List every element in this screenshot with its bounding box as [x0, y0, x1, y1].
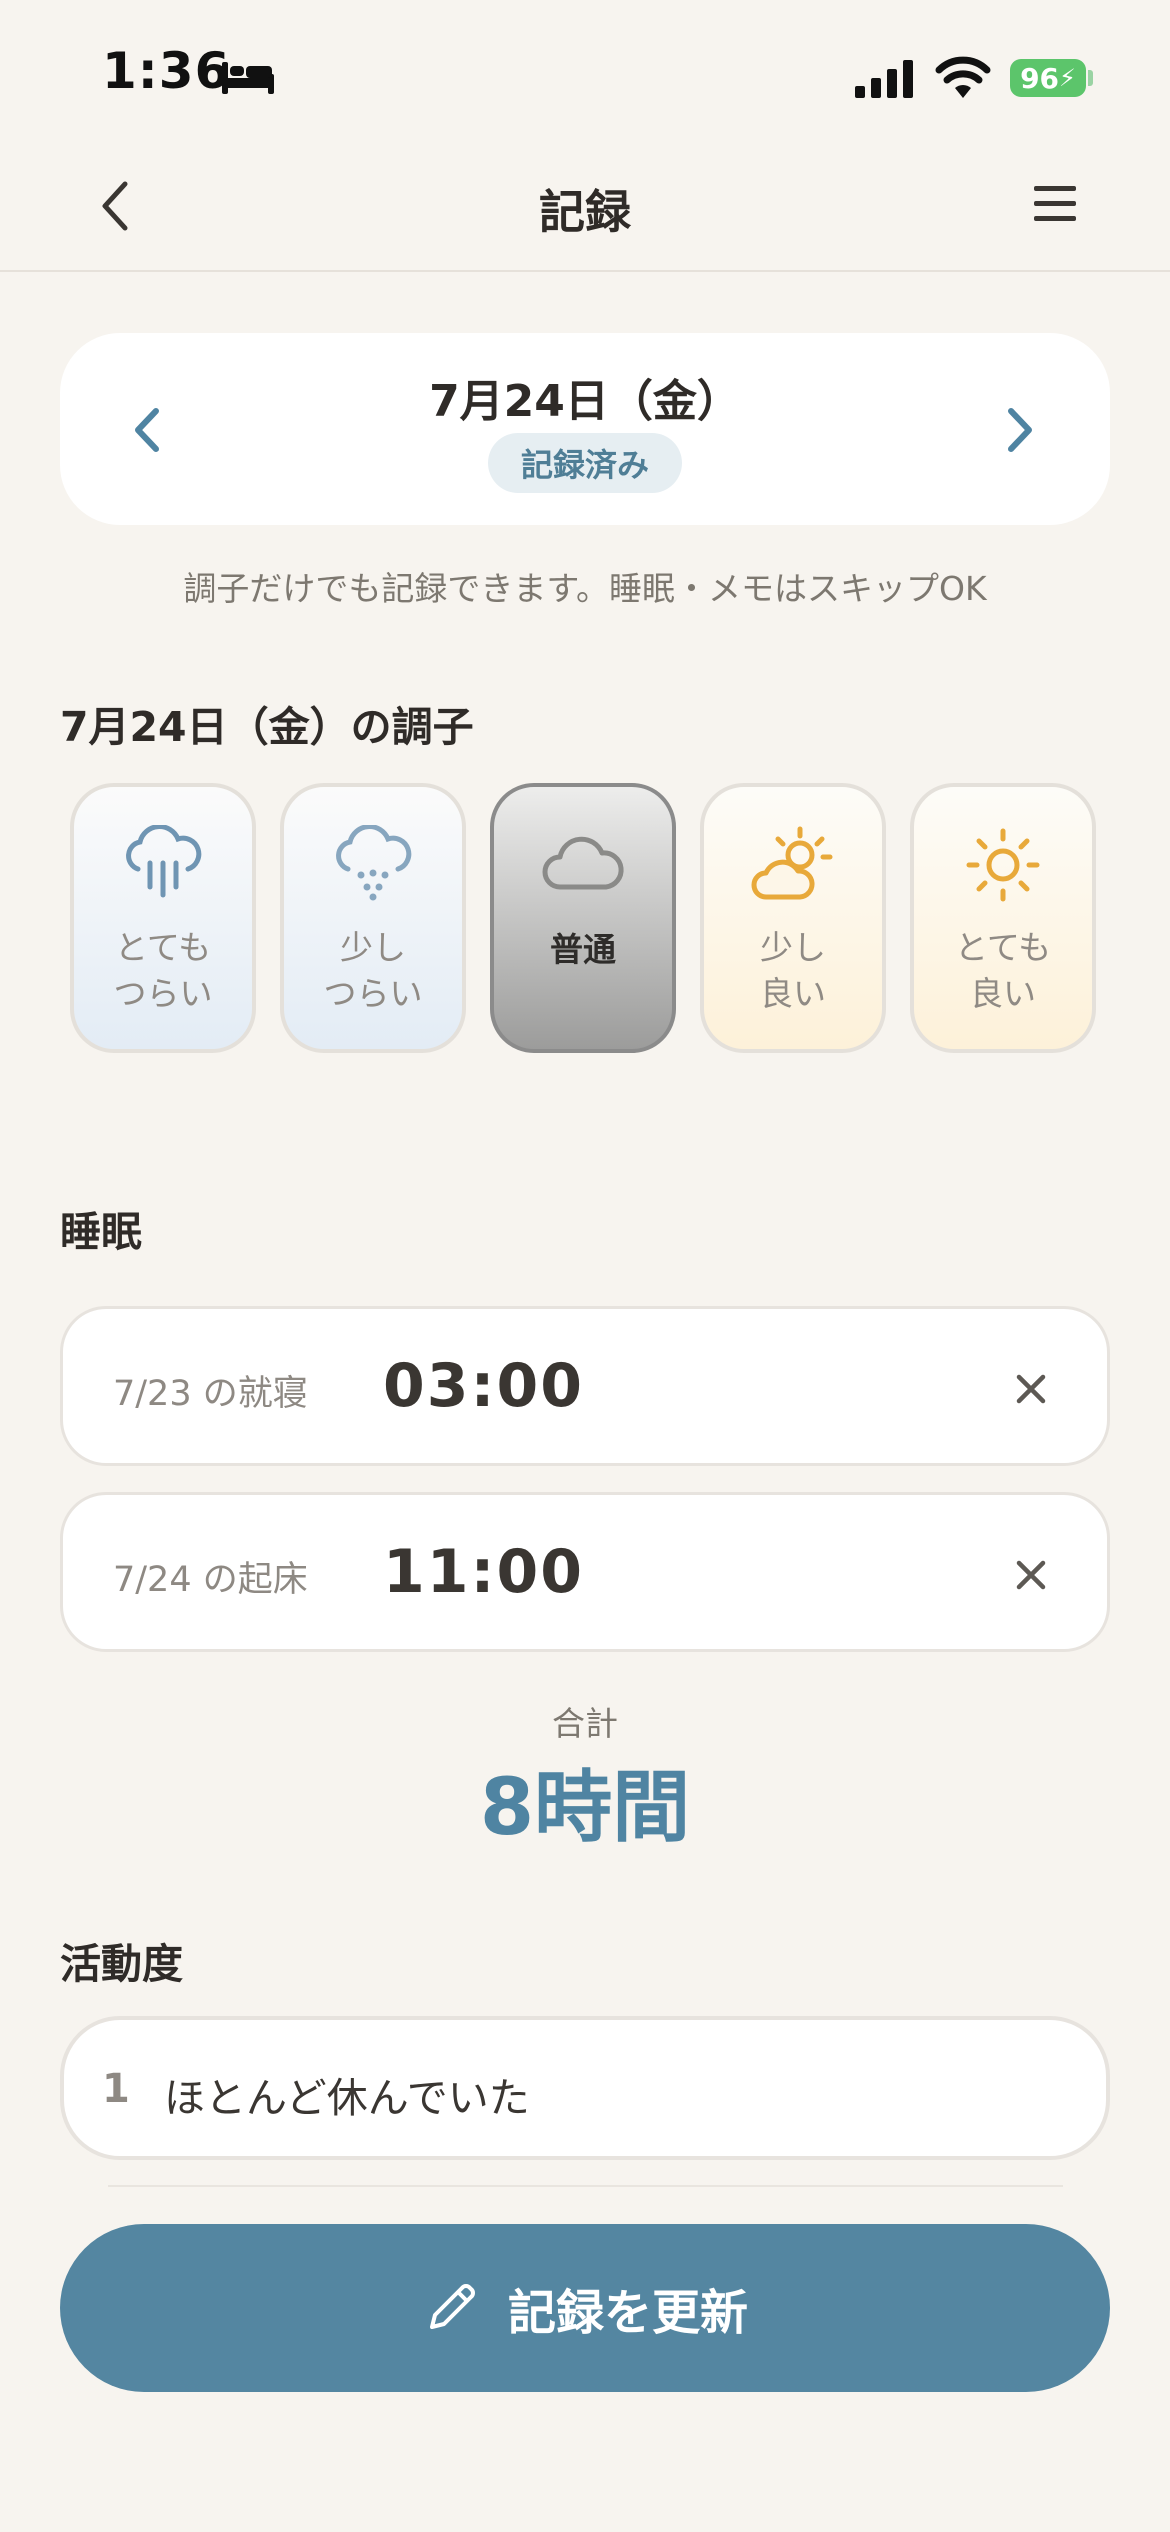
status-time: 1:36: [102, 42, 231, 100]
mood-label: とても つらい: [113, 928, 213, 1013]
mood-label: とても 良い: [954, 928, 1052, 1013]
battery-level: 96 ⚡: [1010, 59, 1086, 97]
clear-bedtime-close-icon[interactable]: [1013, 1371, 1049, 1407]
light-rain-icon: [336, 825, 412, 901]
wake-time-row[interactable]: 7/24 の起床 11:00: [60, 1492, 1110, 1652]
wifi-icon: [935, 56, 991, 98]
mood-option-bad[interactable]: 少し つらい: [280, 783, 466, 1053]
nav-divider: [0, 270, 1170, 272]
wake-time-label: 7/24 の起床: [113, 1560, 308, 1600]
selected-date: 7月24日（金）: [429, 376, 741, 427]
update-record-label: 記録を更新: [507, 2285, 748, 2341]
bedtime-label: 7/23 の就寝: [113, 1374, 308, 1414]
pencil-icon: [429, 2284, 475, 2329]
activity-section-title: 活動度: [60, 1940, 183, 1988]
activity-level-selector[interactable]: 1 ほとんど休んでいた: [60, 2016, 1110, 2160]
mood-label: 普通: [550, 930, 616, 969]
recorded-status-badge: 記録済み: [488, 433, 682, 493]
mood-label: 少し 良い: [760, 928, 826, 1013]
activity-level-text: ほとんど休んでいた: [164, 2074, 530, 2122]
hint-text: 調子だけでも記録できます。睡眠・メモはスキップOK: [183, 569, 987, 608]
mood-label: 少し つらい: [323, 928, 423, 1013]
bedtime-value[interactable]: 03:00: [383, 1351, 584, 1421]
update-record-button[interactable]: 記録を更新: [60, 2224, 1110, 2392]
bedtime-row[interactable]: 7/23 の就寝 03:00: [60, 1306, 1110, 1466]
sleep-mode-icon: [222, 62, 274, 94]
heavy-rain-icon: [126, 825, 202, 898]
mood-option-normal[interactable]: 普通: [490, 783, 676, 1053]
clear-wake-time-close-icon[interactable]: [1013, 1557, 1049, 1593]
sleep-total-label: 合計: [552, 1704, 618, 1743]
mood-option-very-bad[interactable]: とても つらい: [70, 783, 256, 1053]
cloud-icon: [542, 836, 624, 890]
divider: [108, 2185, 1063, 2187]
next-day-chevron-icon[interactable]: [1003, 405, 1037, 455]
battery-tip: [1088, 70, 1093, 86]
sun-icon: [966, 828, 1040, 902]
page-title: 記録: [539, 185, 631, 239]
cellular-signal-icon: [855, 60, 913, 98]
mood-option-good[interactable]: 少し 良い: [700, 783, 886, 1053]
mood-option-very-good[interactable]: とても 良い: [910, 783, 1096, 1053]
sleep-section-title: 睡眠: [60, 1208, 142, 1256]
menu-icon[interactable]: [1032, 183, 1078, 223]
mood-section-title: 7月24日（金）の調子: [60, 703, 474, 751]
activity-level-number: 1: [102, 2066, 130, 2112]
date-selector-card: [60, 333, 1110, 525]
sleep-total-value: 8時間: [479, 1763, 691, 1853]
wake-time-value[interactable]: 11:00: [383, 1537, 584, 1607]
partly-sunny-icon: [751, 826, 833, 900]
